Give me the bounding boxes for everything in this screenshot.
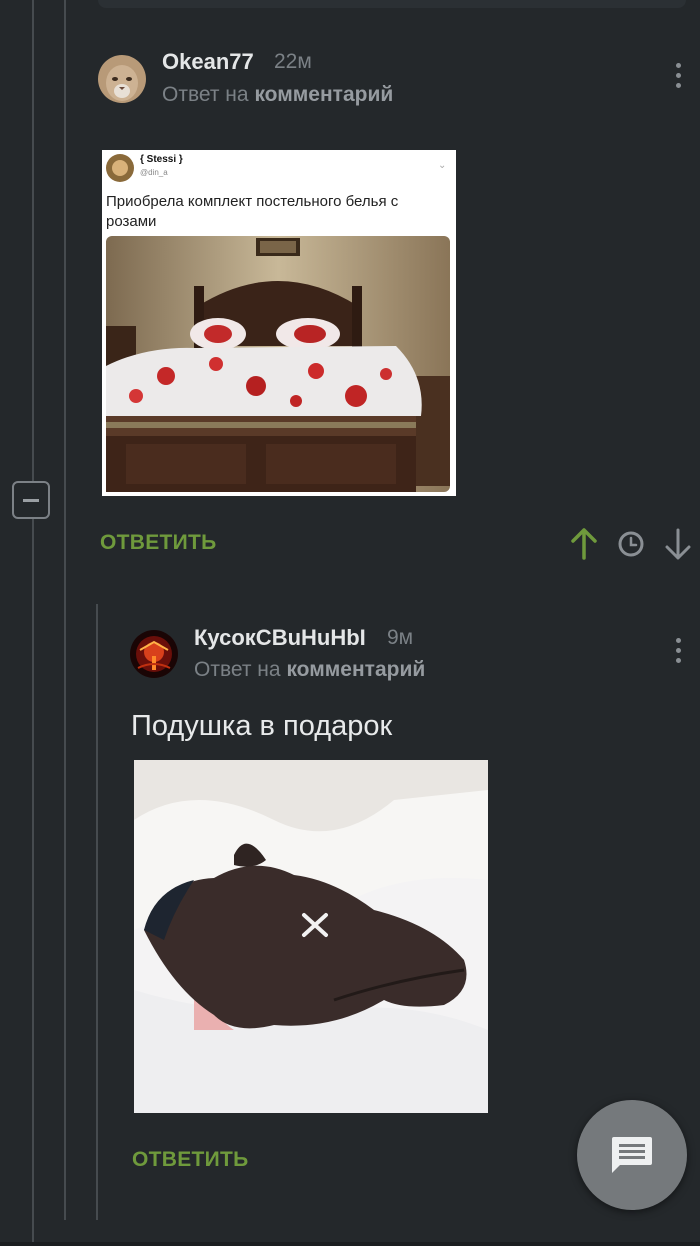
- more-options-icon[interactable]: [673, 63, 683, 93]
- reply-prefix: Ответ на: [162, 83, 249, 106]
- arrow-up-icon[interactable]: [570, 528, 598, 560]
- thread-line-outer: [32, 0, 34, 1242]
- collapse-thread-button[interactable]: [12, 481, 50, 519]
- tweet-text-line2: розами: [106, 213, 157, 230]
- fiery-avatar-icon: [130, 630, 178, 678]
- avatar[interactable]: [98, 55, 146, 103]
- arrow-down-icon[interactable]: [664, 528, 692, 560]
- tweet-author-handle: @din_a: [140, 168, 168, 177]
- comment-icon: [612, 1137, 652, 1173]
- chevron-down-icon: ⌄: [438, 160, 447, 171]
- comment-username[interactable]: КусокСВuHuHbI: [194, 625, 366, 651]
- more-options-icon[interactable]: [673, 638, 683, 668]
- comment-image-horse-pillow[interactable]: [134, 760, 488, 1113]
- reply-to-link[interactable]: комментарий: [286, 658, 425, 681]
- tweet-author-avatar: [106, 154, 134, 182]
- reply-prefix: Ответ на: [194, 658, 281, 681]
- clock-icon[interactable]: [617, 530, 645, 558]
- thread-line-nested: [96, 604, 98, 1220]
- comment-fab-button[interactable]: [577, 1100, 687, 1210]
- reply-to-meta: Ответ на комментарий: [162, 83, 393, 107]
- reply-to-link[interactable]: комментарий: [254, 83, 393, 106]
- reply-to-meta: Ответ на комментарий: [194, 658, 425, 682]
- reply-button[interactable]: ОТВЕТИТЬ: [132, 1148, 249, 1172]
- cougar-avatar-icon: [98, 55, 146, 103]
- minus-icon: [23, 499, 39, 502]
- comment-username[interactable]: Okean77: [162, 49, 254, 75]
- tweet-author-name: { Stessi }: [140, 154, 183, 165]
- comment-time: 22м: [274, 50, 312, 73]
- previous-comment-card: [98, 0, 686, 8]
- comment-image-tweet[interactable]: { Stessi } @din_a ⌄ Приобрела комплект п…: [102, 150, 456, 496]
- avatar[interactable]: [130, 630, 178, 678]
- bed-photo: [106, 236, 450, 492]
- comment-time: 9м: [387, 626, 414, 649]
- comment-text: Подушка в подарок: [131, 710, 393, 742]
- thread-line-inner: [64, 0, 66, 1220]
- bottom-divider: [0, 1242, 700, 1246]
- reply-button[interactable]: ОТВЕТИТЬ: [100, 531, 217, 555]
- tweet-text-line1: Приобрела комплект постельного белья с: [106, 193, 399, 210]
